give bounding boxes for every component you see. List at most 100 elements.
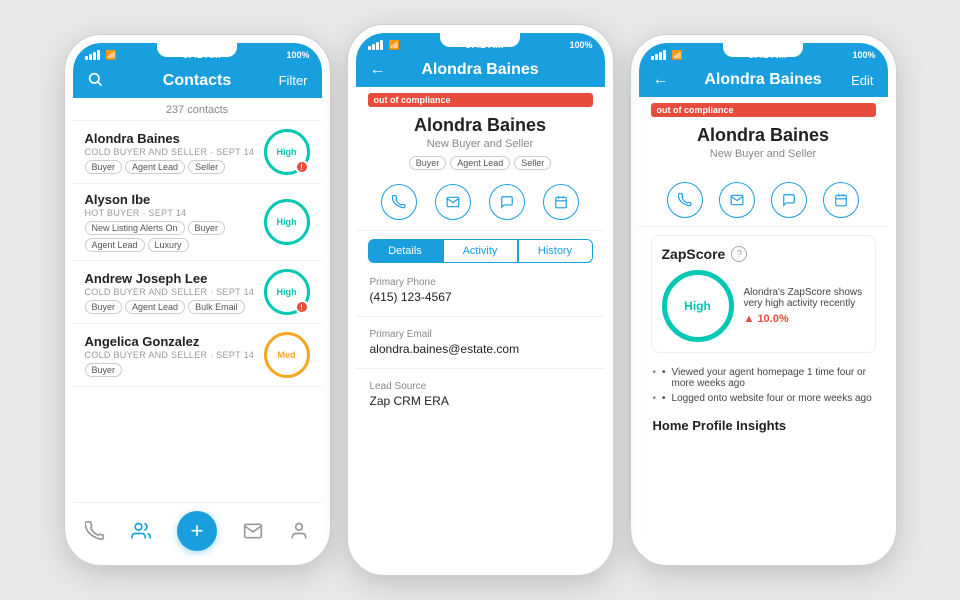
back-button-3[interactable]: ← [653, 71, 693, 89]
contact-tags-angelica: Buyer [85, 363, 264, 377]
status-icons-1: 📶 [85, 50, 117, 61]
compliance-badge-3: out of compliance [651, 103, 876, 117]
tag-seller: Seller [188, 160, 225, 174]
phone-action-icon[interactable] [381, 184, 417, 220]
nav-bar-2: ← Alondra Baines [356, 55, 605, 87]
contact-item-andrew[interactable]: Andrew Joseph Lee COLD BUYER AND SELLER … [73, 261, 322, 324]
tab-activity[interactable]: Activity [443, 239, 518, 263]
phone-notch-2 [440, 33, 520, 47]
detail-primary-email: Primary Email alondra.baines@estate.com [356, 323, 605, 362]
contact-sub-andrew: COLD BUYER AND SELLER · SEPT 14 [85, 287, 264, 297]
lead-source-value: Zap CRM ERA [370, 394, 591, 408]
tag-agent-lead-3: Agent Lead [125, 300, 185, 314]
back-button-2[interactable]: ← [370, 61, 410, 79]
tag-buyer-3: Buyer [85, 300, 123, 314]
contact-name-angelica: Angelica Gonzalez [85, 334, 264, 349]
contact-full-name-3: Alondra Baines [651, 125, 876, 146]
filter-button[interactable]: Filter [268, 73, 308, 88]
primary-email-label: Primary Email [370, 329, 591, 340]
primary-phone-label: Primary Phone [370, 277, 591, 288]
tag-buyer-2: Buyer [188, 221, 226, 235]
bullet-list: • Viewed your agent homepage 1 time four… [639, 361, 888, 414]
contact-name-andrew: Andrew Joseph Lee [85, 271, 264, 286]
signal-bar-3 [93, 52, 96, 60]
zap-score-header: ZapScore ? [662, 246, 865, 262]
alert-badge-alondra [295, 160, 309, 174]
battery-icon-2: 100% [569, 40, 592, 50]
tag-bulk-email: Bulk Email [188, 300, 245, 314]
chat-action-icon-3[interactable] [771, 182, 807, 218]
contact-info-andrew: Andrew Joseph Lee COLD BUYER AND SELLER … [85, 271, 264, 314]
zap-score-alondra: High [264, 129, 310, 175]
phone-2-inner: 📶 9:41 AM 100% ← Alondra Baines out of c… [356, 33, 605, 567]
edit-button[interactable]: Edit [834, 73, 874, 88]
contact-info-angelica: Angelica Gonzalez COLD BUYER AND SELLER … [85, 334, 264, 377]
bullet-icon-2: • [662, 393, 666, 404]
detail-tab-buttons: Details Activity History [368, 239, 593, 263]
zap-score-andrew: High [264, 269, 310, 315]
contact-info-alyson: Alyson Ibe HOT BUYER · SEPT 14 New Listi… [85, 192, 264, 252]
chat-action-icon[interactable] [489, 184, 525, 220]
tag-buyer: Buyer [85, 160, 123, 174]
phone-1-inner: 📶 9:41 AM 100% Contacts Filter 237 conta… [73, 43, 322, 557]
contact-tags-alondra: Buyer Agent Lead Seller [85, 160, 264, 174]
calendar-action-icon[interactable] [543, 184, 579, 220]
contact-item-angelica[interactable]: Angelica Gonzalez COLD BUYER AND SELLER … [73, 324, 322, 387]
phone-1-contacts: 📶 9:41 AM 100% Contacts Filter 237 conta… [65, 35, 330, 565]
contact-item-alondra[interactable]: Alondra Baines COLD BUYER AND SELLER · S… [73, 121, 322, 184]
action-icons-2 [356, 178, 605, 231]
tag-agent-lead-p2: Agent Lead [450, 156, 510, 170]
tab-icon-profile[interactable] [289, 521, 309, 541]
search-icon[interactable] [87, 71, 127, 90]
tab-icon-contacts[interactable] [131, 521, 151, 541]
phone-action-icon-3[interactable] [667, 182, 703, 218]
detail-lead-source: Lead Source Zap CRM ERA [356, 375, 605, 414]
tab-icon-messages[interactable] [243, 521, 263, 541]
tab-icon-calls[interactable] [85, 521, 105, 541]
bullet-icon-1: • [662, 367, 666, 389]
status-icons-2: 📶 [368, 40, 400, 51]
compliance-badge-2: out of compliance [368, 93, 593, 107]
zap-percent-change: ▲ 10.0% [744, 313, 865, 325]
phone-1-body: 237 contacts Alondra Baines COLD BUYER A… [73, 98, 322, 557]
wifi-icon: 📶 [106, 50, 117, 61]
wifi-icon-3: 📶 [672, 50, 683, 61]
zap-score-description-block: Alondra's ZapScore shows very high activ… [744, 287, 865, 325]
nav-title-contacts: Contacts [127, 72, 268, 90]
email-action-icon[interactable] [435, 184, 471, 220]
wifi-icon-2: 📶 [389, 40, 400, 51]
phone-notch-3 [723, 43, 803, 57]
nav-title-alondra: Alondra Baines [410, 61, 551, 79]
bullet-text-2: Logged onto website four or more weeks a… [672, 393, 872, 404]
contact-tags-andrew: Buyer Agent Lead Bulk Email [85, 300, 264, 314]
tag-luxury: Luxury [148, 238, 189, 252]
add-button[interactable]: + [177, 511, 217, 551]
zap-score-value: High [684, 299, 711, 313]
contact-info-alondra: Alondra Baines COLD BUYER AND SELLER · S… [85, 131, 264, 174]
primary-email-value: alondra.baines@estate.com [370, 342, 591, 356]
email-action-icon-3[interactable] [719, 182, 755, 218]
phone-3-zapscore: 📶 9:41 AM 100% ← Alondra Baines Edit out… [631, 35, 896, 565]
tag-agent-lead-2: Agent Lead [85, 238, 145, 252]
alert-badge-andrew [295, 300, 309, 314]
contact-tags-alyson: New Listing Alerts On Buyer Agent Lead L… [85, 221, 264, 252]
signal-bar-2 [89, 54, 92, 60]
zap-score-description: Alondra's ZapScore shows very high activ… [744, 287, 865, 309]
contacts-count: 237 contacts [73, 98, 322, 121]
help-icon[interactable]: ? [731, 246, 747, 262]
signal-icon-2 [368, 40, 383, 50]
nav-title-alondra-3: Alondra Baines [693, 71, 834, 89]
contact-full-name-2: Alondra Baines [368, 115, 593, 136]
home-profile-title: Home Profile Insights [639, 414, 888, 439]
contact-item-alyson[interactable]: Alyson Ibe HOT BUYER · SEPT 14 New Listi… [73, 184, 322, 261]
tab-details[interactable]: Details [368, 239, 443, 263]
phone-notch-1 [157, 43, 237, 57]
contact-name-alondra: Alondra Baines [85, 131, 264, 146]
tab-history[interactable]: History [518, 239, 593, 263]
bullet-item-1: • Viewed your agent homepage 1 time four… [653, 367, 874, 389]
calendar-action-icon-3[interactable] [823, 182, 859, 218]
divider-1 [356, 316, 605, 317]
battery-icon-3: 100% [852, 50, 875, 60]
tag-agent-lead: Agent Lead [125, 160, 185, 174]
phones-container: 📶 9:41 AM 100% Contacts Filter 237 conta… [0, 5, 960, 595]
